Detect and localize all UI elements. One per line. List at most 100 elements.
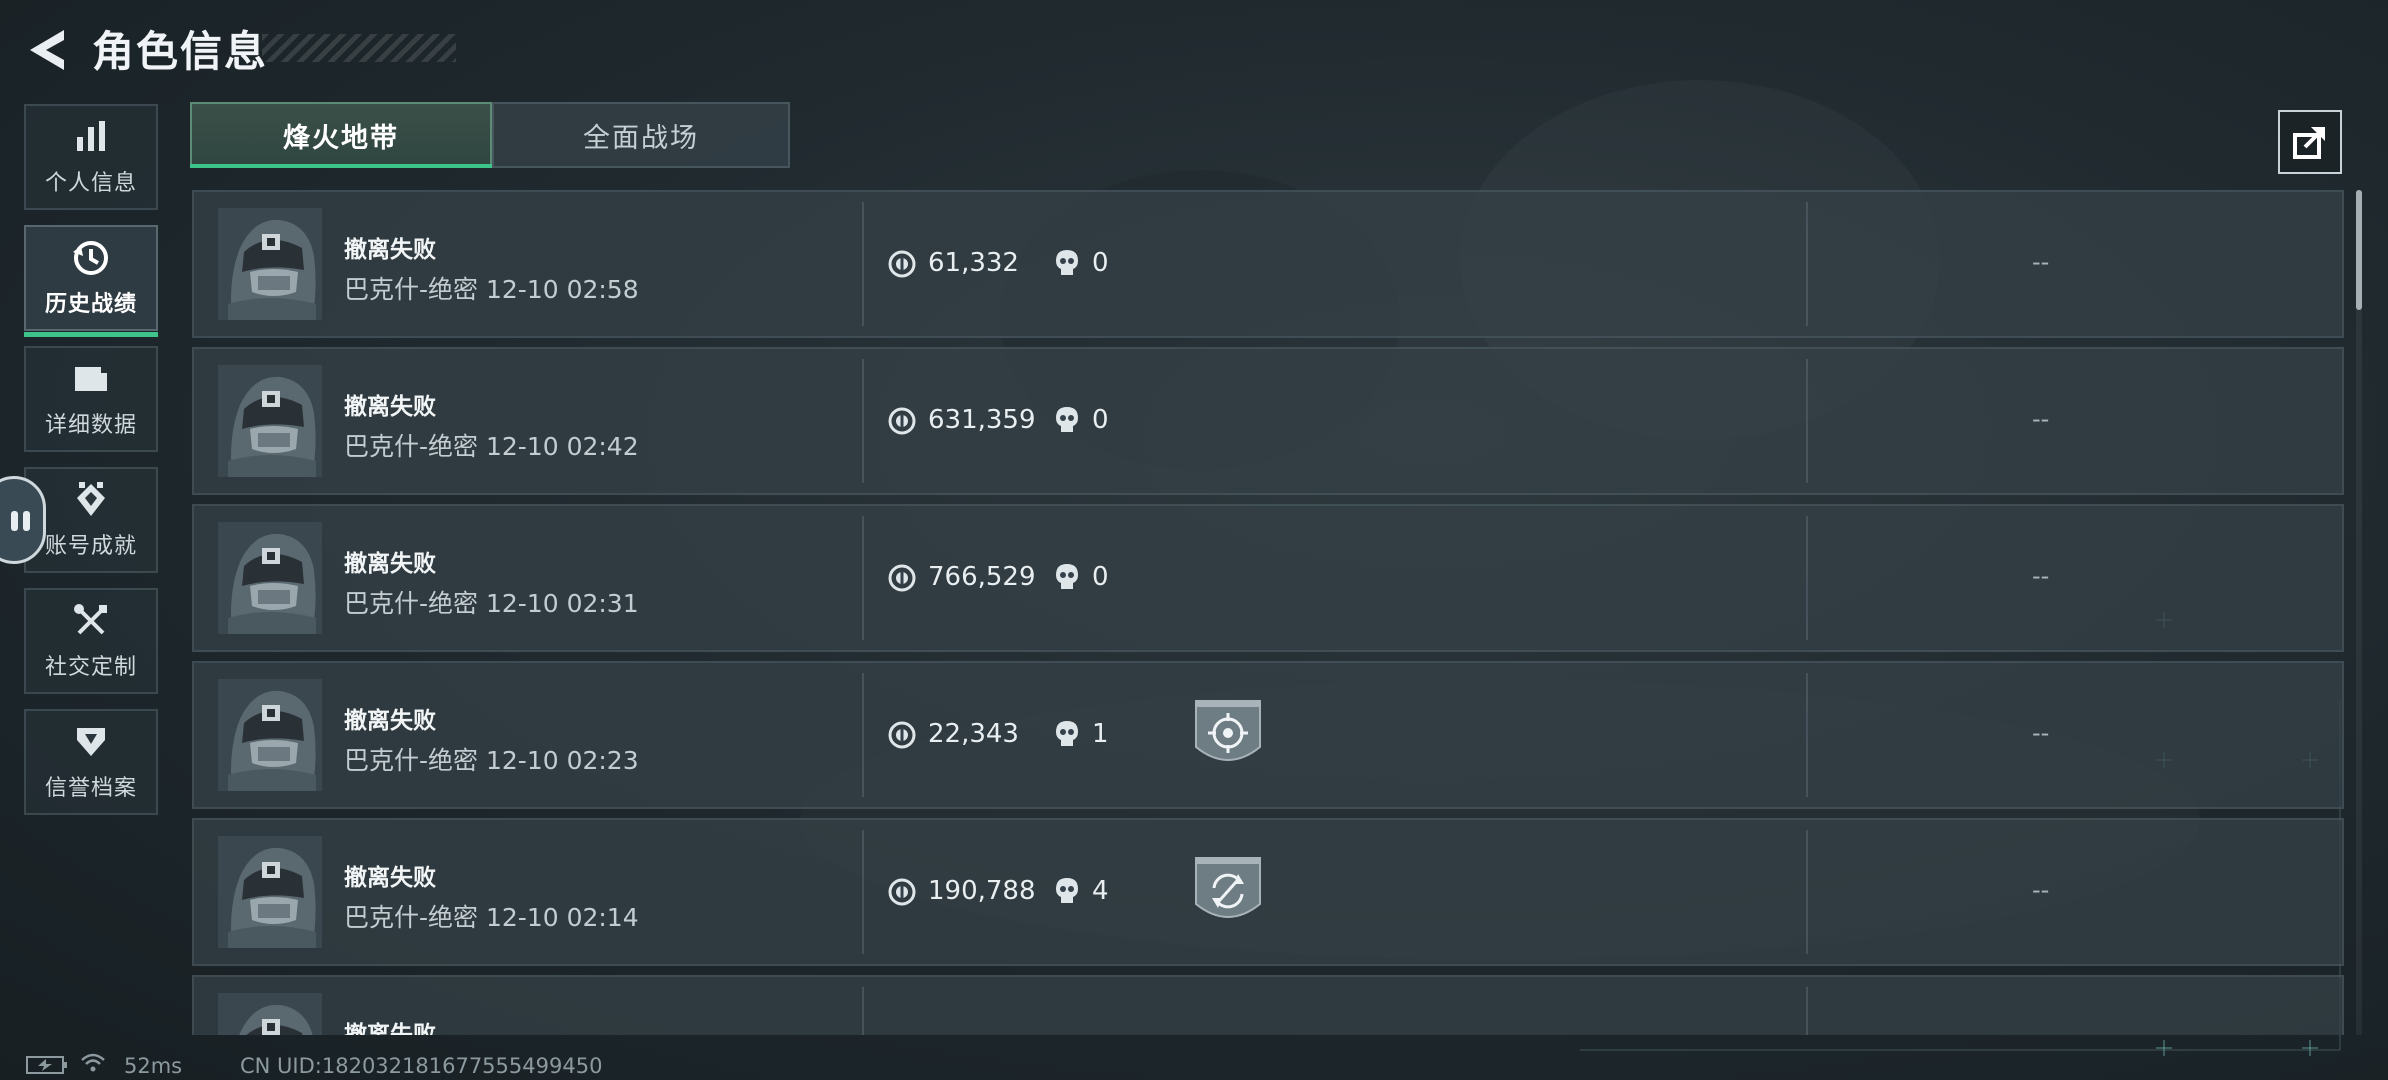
match-row[interactable]: 撤离失败 巴克什-绝密 12-10 02:31 766,529 0 --: [192, 504, 2344, 652]
divider: [1806, 830, 1808, 954]
kill-count: 0: [1092, 562, 1109, 592]
back-arrow-icon[interactable]: [24, 24, 72, 76]
operator-avatar: [218, 679, 322, 791]
sidebar-item-label: 个人信息: [44, 171, 137, 196]
scrollbar[interactable]: [2356, 190, 2362, 1035]
skull-icon: [1056, 878, 1078, 903]
coin-icon: [888, 878, 916, 906]
share-export-icon: [2293, 127, 2325, 159]
refresh-shield-badge-icon[interactable]: [1194, 854, 1262, 930]
match-map: 巴克什-绝密: [344, 589, 479, 618]
match-result: 撤离失败: [344, 394, 436, 420]
match-map-time: 巴克什-绝密 12-10 02:58: [344, 270, 639, 306]
sidebar-item-social[interactable]: 社交定制: [24, 588, 158, 694]
skull-icon: [1056, 250, 1078, 275]
match-time: 12-10 02:58: [485, 275, 639, 304]
sidebar-item-label: 账号成就: [44, 534, 137, 559]
loot-value: 631,359: [928, 405, 1036, 435]
kill-count: 0: [1092, 405, 1109, 435]
floating-assistant-button[interactable]: [0, 476, 46, 564]
tools-icon: [74, 604, 107, 635]
match-history-list[interactable]: 撤离失败 巴克什-绝密 12-10 02:58 61,332 0 -- 撤离失败 …: [192, 190, 2344, 1035]
share-button[interactable]: [2278, 110, 2342, 174]
coin-icon: [888, 721, 916, 749]
page-title: 角色信息: [92, 27, 269, 76]
match-result: 撤离失败: [344, 551, 436, 577]
coin-icon: [888, 407, 916, 435]
match-map: 巴克什-绝密: [344, 432, 479, 461]
scrollbar-thumb[interactable]: [2356, 190, 2362, 310]
divider: [1806, 987, 1808, 1035]
sidebar: 个人信息 历史战绩 详细数据 账号成就 社交定制 信誉档案: [24, 104, 160, 830]
crosshair-shield-badge-icon[interactable]: [1194, 697, 1262, 773]
divider: [1806, 202, 1808, 326]
tab-full-battlefield[interactable]: 全面战场: [492, 102, 790, 168]
extra-stat: --: [2032, 405, 2050, 433]
match-map-time: 巴克什-绝密 12-10 02:14: [344, 898, 639, 934]
operator-avatar: [218, 522, 322, 634]
title-decoration: [262, 34, 456, 62]
loot-value: 61,332: [928, 248, 1019, 278]
loot-value: 22,343: [928, 719, 1019, 749]
operator-avatar: [218, 836, 322, 948]
match-time: 12-10 02:31: [485, 589, 639, 618]
match-row[interactable]: 撤离失败 巴克什-绝密 12-10 02:14 190,788 4 --: [192, 818, 2344, 966]
match-map-time: 巴克什-绝密 12-10 02:42: [344, 427, 639, 463]
match-row[interactable]: 撤离失败 巴克什-绝密 12-10 02:58 61,332 0 --: [192, 190, 2344, 338]
operator-avatar: [218, 208, 322, 320]
sidebar-item-label: 社交定制: [44, 655, 137, 680]
match-time: 12-10 02:42: [485, 432, 639, 461]
mode-tabs: 烽火地带 全面战场: [190, 102, 790, 168]
skull-icon: [1056, 721, 1078, 746]
match-result: 撤离失败: [344, 865, 436, 891]
operator-avatar: [218, 993, 322, 1035]
match-result: 撤离失败: [344, 708, 436, 734]
divider: [1806, 516, 1808, 640]
match-time: 12-10 02:14: [485, 903, 639, 932]
folder-icon: [75, 367, 107, 391]
match-map-time: 巴克什-绝密 12-10 02:31: [344, 584, 639, 620]
match-map: 巴克什-绝密: [344, 746, 479, 775]
divider: [1806, 673, 1808, 797]
sidebar-item-history[interactable]: 历史战绩: [24, 225, 158, 337]
match-result: 撤离失败: [344, 1022, 436, 1035]
match-result: 撤离失败: [344, 237, 436, 263]
divider: [862, 516, 864, 640]
latency-text: 52ms: [124, 1054, 183, 1078]
sidebar-item-label: 历史战绩: [44, 292, 137, 317]
match-row[interactable]: 撤离失败 巴克什-绝密 12-10 02:42 631,359 0 --: [192, 347, 2344, 495]
divider: [862, 673, 864, 797]
divider: [862, 202, 864, 326]
operator-avatar: [218, 365, 322, 477]
kill-count: 4: [1092, 876, 1109, 906]
kill-count: 0: [1092, 248, 1109, 278]
extra-stat: --: [2032, 876, 2050, 904]
match-map-time: 巴克什-绝密 12-10 02:23: [344, 741, 639, 777]
battery-icon: [26, 1056, 67, 1074]
sidebar-item-label: 详细数据: [44, 413, 137, 438]
header: 角色信息: [0, 0, 2388, 100]
match-time: 12-10 02:23: [485, 746, 639, 775]
tab-hazard-zone[interactable]: 烽火地带: [190, 102, 492, 168]
match-row[interactable]: 撤离失败 巴克什-绝密 12-10 02:23 22,343 1 --: [192, 661, 2344, 809]
extra-stat: --: [2032, 562, 2050, 590]
bar-chart-icon: [77, 121, 105, 151]
sidebar-item-personal-info[interactable]: 个人信息: [24, 104, 158, 210]
wifi-icon: [81, 1053, 105, 1072]
status-footer: 52ms CN UID:182032181677555499450: [0, 1040, 2388, 1080]
sidebar-item-detailed-data[interactable]: 详细数据: [24, 346, 158, 452]
uid-text: CN UID:182032181677555499450: [240, 1054, 603, 1078]
shield-down-icon: [77, 728, 105, 756]
coin-icon: [888, 564, 916, 592]
loot-value: 190,788: [928, 876, 1036, 906]
achievement-badge-icon: [77, 482, 105, 516]
sidebar-item-reputation[interactable]: 信誉档案: [24, 709, 158, 815]
sidebar-item-label: 信誉档案: [44, 776, 137, 801]
extra-stat: --: [2032, 248, 2050, 276]
skull-icon: [1056, 564, 1078, 589]
match-map: 巴克什-绝密: [344, 903, 479, 932]
match-row[interactable]: 撤离失败: [192, 975, 2344, 1035]
kill-count: 1: [1092, 719, 1109, 749]
divider: [1806, 359, 1808, 483]
coin-icon: [888, 250, 916, 278]
